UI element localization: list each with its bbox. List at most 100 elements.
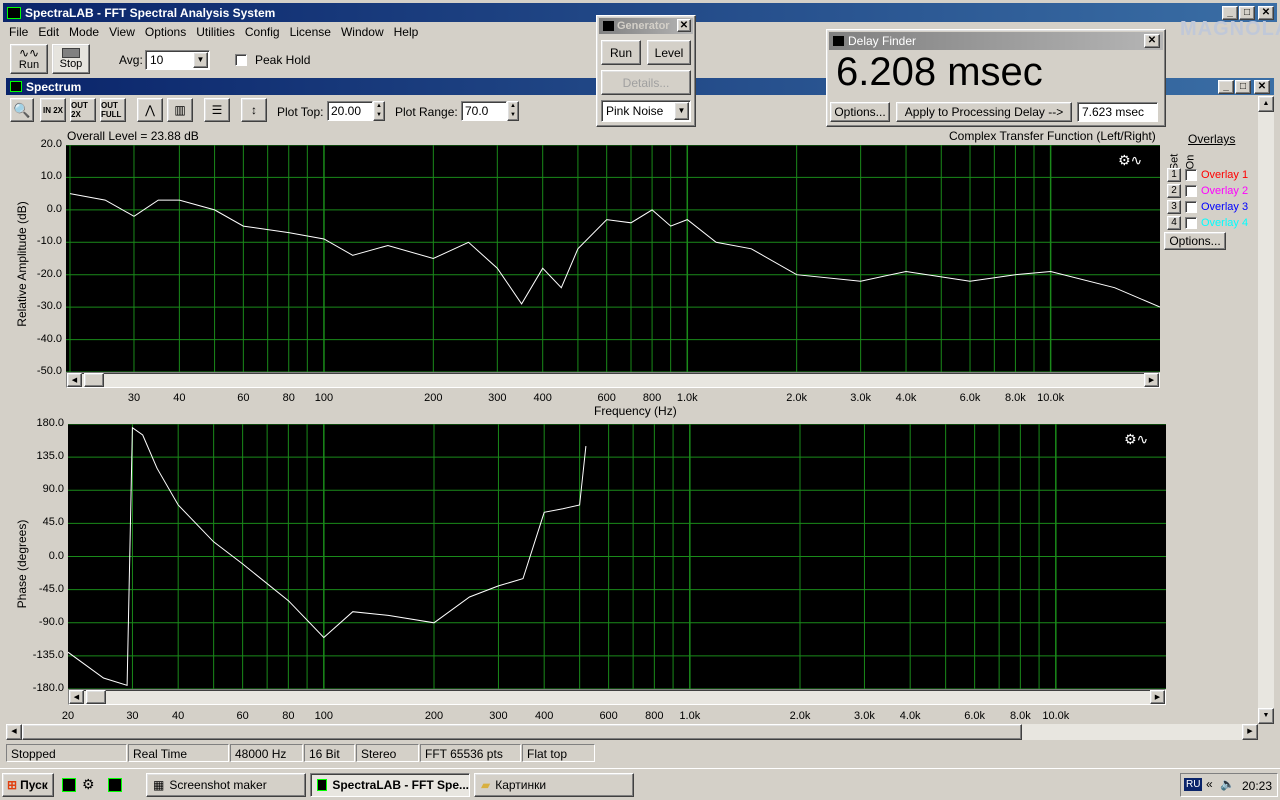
scroll-up-button[interactable]: ▲ (1258, 96, 1274, 112)
scroll-right-button[interactable]: ▶ (1242, 724, 1258, 740)
plot-top-spinner[interactable]: ▲ ▼ (373, 101, 385, 121)
menu-config[interactable]: Config (245, 25, 280, 39)
status-sample-rate: 48000 Hz (230, 744, 303, 762)
bar-view-button[interactable]: ▥ (167, 98, 193, 122)
zoom-full-button[interactable]: OUT FULL (100, 98, 126, 122)
x-tick-label: 20 (61, 710, 75, 722)
wave-icon: ∿∿ (18, 46, 40, 60)
task-spectralab[interactable]: SpectraLAB - FFT Spe... (310, 773, 470, 797)
delay-close-button[interactable]: ✕ (1144, 34, 1160, 48)
quick-launch-gear-icon[interactable]: ⚙ (82, 776, 95, 793)
spectrum-minimize-button[interactable]: _ (1218, 80, 1234, 94)
delay-result-field[interactable]: 7.623 msec (1077, 102, 1158, 122)
x-tick-label: 3.0k (850, 392, 872, 404)
overlay-set-3-button[interactable]: 3 (1167, 199, 1181, 214)
generator-details-button[interactable]: Details... (601, 70, 691, 95)
overlay-set-2-button[interactable]: 2 (1167, 183, 1181, 198)
overlay-options-button[interactable]: Options... (1164, 232, 1226, 250)
window-title: SpectraLAB - FFT Spectral Analysis Syste… (25, 5, 276, 20)
menu-help[interactable]: Help (394, 25, 419, 39)
scroll-left-button[interactable]: ◀ (6, 724, 22, 740)
quick-launch-app-icon[interactable] (108, 778, 122, 792)
spectrum-close-button[interactable]: ✕ (1254, 80, 1270, 94)
scale-button[interactable]: ↕ (241, 98, 267, 122)
overlay-4-checkbox[interactable] (1185, 216, 1197, 229)
overlay-set-1-button[interactable]: 1 (1167, 167, 1181, 182)
x-tick-label: 10.0k (1037, 392, 1065, 404)
x-tick-label: 8.0k (1005, 392, 1026, 404)
delay-options-button[interactable]: Options... (830, 102, 890, 122)
overlay-1-checkbox[interactable] (1185, 168, 1197, 181)
quick-launch-spectralab-icon[interactable] (62, 778, 76, 792)
y-tick-label: -45.0 (38, 582, 64, 595)
signal-type-select[interactable]: Pink Noise ▼ (601, 100, 691, 122)
scroll-right-button[interactable]: ▶ (1150, 690, 1165, 704)
avg-label: Avg: (119, 53, 143, 67)
avg-select[interactable]: 10 ▼ (145, 50, 210, 70)
overlay-3-checkbox[interactable] (1185, 200, 1197, 213)
x-tick-label: 800 (642, 392, 662, 404)
x-tick-label: 4.0k (899, 710, 921, 722)
y-tick-label: 0.0 (46, 202, 62, 215)
scroll-thumb[interactable] (22, 724, 1022, 740)
window-horizontal-scrollbar[interactable]: ◀ ▶ (6, 724, 1258, 740)
plot-range-input[interactable]: 70.0 (461, 101, 507, 121)
magnola-logo: MAGNOLA (1180, 18, 1280, 40)
menu-license[interactable]: License (290, 25, 331, 39)
y-tick-label: 20.0 (40, 138, 62, 150)
x-tick-label: 80 (282, 392, 295, 404)
generator-icon (603, 21, 614, 31)
menu-options[interactable]: Options (145, 25, 186, 39)
x-tick-label: 800 (645, 710, 664, 722)
line-view-button[interactable]: ⋀ (137, 98, 163, 122)
scroll-right-button[interactable]: ▶ (1144, 373, 1159, 387)
delay-value: 6.208 msec (836, 50, 1043, 94)
tray-expand-icon[interactable]: « (1206, 777, 1213, 791)
start-button[interactable]: ⊞ Пуск (2, 773, 54, 797)
chevron-down-icon[interactable]: ▼ (674, 102, 689, 120)
spectrum-icon (10, 81, 22, 92)
overlay-row-1: 1 Overlay 1 (1167, 167, 1248, 182)
menu-edit[interactable]: Edit (38, 25, 59, 39)
stop-button[interactable]: Stop (52, 44, 90, 74)
speaker-icon[interactable]: 🔈 (1220, 777, 1235, 791)
scroll-left-button[interactable]: ◀ (67, 373, 82, 387)
scroll-down-button[interactable]: ▼ (1258, 708, 1274, 724)
x-tick-label: 10.0k (1042, 710, 1070, 722)
generator-close-button[interactable]: ✕ (677, 19, 691, 32)
task-pictures[interactable]: ▰ Картинки (474, 773, 634, 797)
window-vertical-scrollbar[interactable]: ▲ ▼ (1258, 96, 1274, 724)
zoom-button[interactable]: 🔍 (10, 98, 34, 122)
scroll-left-button[interactable]: ◀ (69, 690, 84, 704)
plot-top-label: Plot Top: (277, 105, 324, 119)
amp-horizontal-scrollbar[interactable]: ◀ ▶ (66, 372, 1160, 388)
amplitude-plot: ⚙∿ (66, 145, 1160, 372)
apply-delay-button[interactable]: Apply to Processing Delay --> (896, 102, 1072, 122)
menu-mode[interactable]: Mode (69, 25, 99, 39)
menu-file[interactable]: File (9, 25, 28, 39)
spectrum-maximize-button[interactable]: □ (1235, 80, 1251, 94)
overlay-2-checkbox[interactable] (1185, 184, 1197, 197)
list-view-button[interactable]: ☰ (204, 98, 230, 122)
x-tick-label: 40 (172, 710, 185, 722)
plot-top-input[interactable]: 20.00 (327, 101, 373, 121)
run-button[interactable]: ∿∿ Run (10, 44, 48, 74)
menu-window[interactable]: Window (341, 25, 384, 39)
scroll-thumb[interactable] (86, 690, 106, 704)
menu-utilities[interactable]: Utilities (196, 25, 235, 39)
scroll-thumb[interactable] (84, 373, 104, 387)
overlay-set-4-button[interactable]: 4 (1167, 215, 1181, 230)
x-tick-label: 1.0k (679, 710, 701, 722)
phase-horizontal-scrollbar[interactable]: ◀ ▶ (68, 689, 1166, 705)
task-screenshot-maker[interactable]: ▦ Screenshot maker (146, 773, 306, 797)
x-tick-label: 2.0k (786, 392, 808, 404)
language-indicator[interactable]: RU (1184, 778, 1203, 791)
plot-range-spinner[interactable]: ▲ ▼ (507, 101, 519, 121)
zoom-out-button[interactable]: OUT 2X (70, 98, 96, 122)
peak-hold-checkbox[interactable] (235, 54, 247, 66)
chevron-down-icon[interactable]: ▼ (193, 52, 208, 68)
generator-level-button[interactable]: Level (647, 40, 691, 65)
zoom-in-button[interactable]: IN 2X (40, 98, 66, 122)
generator-run-button[interactable]: Run (601, 40, 641, 65)
menu-view[interactable]: View (109, 25, 135, 39)
